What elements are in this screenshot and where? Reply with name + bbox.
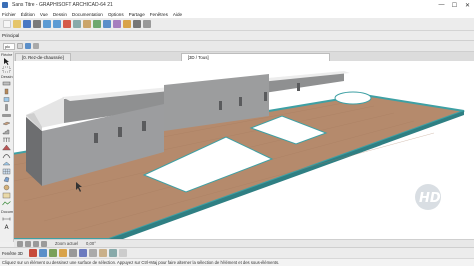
menu-partage[interactable]: Partage: [129, 12, 145, 17]
zoom-out-icon[interactable]: [33, 240, 39, 247]
undo-icon[interactable]: [43, 20, 51, 28]
principal-toolbar: Principal: [0, 31, 474, 41]
beam-tool-icon[interactable]: [2, 112, 11, 119]
zoom-in-icon[interactable]: [25, 240, 31, 247]
copy-icon[interactable]: [73, 20, 81, 28]
view-tabs: [0. Rez-de-chaussée] [3D / Tous]: [14, 52, 474, 61]
mesh-tool-icon[interactable]: [2, 200, 11, 207]
navigation-bar: Zoom actuel 0,00°: [14, 239, 474, 247]
door-tool-icon[interactable]: [2, 88, 11, 95]
column-tool-icon[interactable]: [2, 104, 11, 111]
watermark-text: HD: [419, 191, 441, 206]
railing-tool-icon[interactable]: [2, 136, 11, 143]
partial-structure-icon[interactable]: [108, 249, 117, 257]
print-icon[interactable]: [33, 20, 41, 28]
curtain-wall-tool-icon[interactable]: [2, 168, 11, 175]
close-button[interactable]: ✕: [461, 0, 474, 10]
open-folder-icon[interactable]: [13, 20, 21, 28]
slab-tool-icon[interactable]: [2, 120, 11, 127]
scale-icon[interactable]: [48, 249, 57, 257]
structure-display-icon[interactable]: [88, 249, 97, 257]
graphic-override-icon[interactable]: [98, 249, 107, 257]
renovation-filter-icon[interactable]: [78, 249, 87, 257]
selection-icon[interactable]: [25, 43, 31, 49]
redo-icon[interactable]: [53, 20, 61, 28]
standard-toolbar: [0, 18, 474, 31]
menu-fenetres[interactable]: Fenêtres: [150, 12, 168, 17]
dimension-standard-icon[interactable]: [68, 249, 77, 257]
watermark-logo: HD: [410, 182, 446, 212]
cut-icon[interactable]: [63, 20, 71, 28]
wall-tool-icon[interactable]: [2, 80, 11, 87]
object-tool-icon[interactable]: [2, 184, 11, 191]
dimension-tool-icon[interactable]: [2, 215, 11, 222]
quick-options-bar: Fenêtre 3D: [0, 247, 474, 258]
new-file-icon[interactable]: [3, 20, 11, 28]
menu-edition[interactable]: Édition: [21, 12, 35, 17]
3d-model-canvas[interactable]: [14, 61, 474, 239]
arrow-tool-icon[interactable]: [2, 58, 11, 65]
render-icon[interactable]: [123, 20, 131, 28]
floor-plan-icon[interactable]: [93, 20, 101, 28]
window-title: Sans Titre - GRAPHISOFT ARCHICAD-64 21: [12, 2, 113, 8]
menu-options[interactable]: Options: [108, 12, 124, 17]
stair-tool-icon[interactable]: [2, 128, 11, 135]
slab-opening-circle: [334, 91, 372, 105]
model-view-icon[interactable]: [28, 249, 37, 257]
selection-dropdown[interactable]: plc: [3, 42, 15, 50]
title-bar: Sans Titre - GRAPHISOFT ARCHICAD-64 21 —…: [0, 0, 474, 10]
view-label: Fenêtre 3D: [2, 250, 23, 256]
shell-tool-icon[interactable]: [2, 152, 11, 159]
pen-set-select-icon[interactable]: [58, 249, 67, 257]
settings-icon[interactable]: [17, 43, 23, 49]
3d-style-icon[interactable]: [118, 249, 127, 257]
tab-3d[interactable]: [3D / Tous]: [180, 53, 330, 61]
tab-3d-label: [3D / Tous]: [187, 55, 209, 60]
pen-set-icon[interactable]: [143, 20, 151, 28]
menu-dessin[interactable]: Dessin: [53, 12, 67, 17]
menu-bar: Fichier Édition Vue Dessin Documentation…: [0, 10, 474, 18]
undo-zoom-icon[interactable]: [17, 240, 23, 247]
marquee-tool-icon[interactable]: [2, 66, 11, 73]
app-icon: [2, 2, 8, 8]
tab-floor-plan-label: [0. Rez-de-chaussée]: [22, 55, 64, 60]
minimize-button[interactable]: —: [435, 0, 448, 10]
morph-tool-icon[interactable]: [2, 176, 11, 183]
window-tool-icon[interactable]: [2, 96, 11, 103]
toolbar-label: Principal: [2, 33, 20, 38]
status-bar: Cliquez sur un élément ou dessinez une s…: [0, 258, 474, 266]
menu-vue[interactable]: Vue: [40, 12, 48, 17]
zone-tool-icon[interactable]: [2, 192, 11, 199]
toolbox-panel: Flèche Dessin Docum A: [0, 52, 14, 242]
info-box: plc: [0, 41, 474, 52]
menu-aide[interactable]: Aide: [173, 12, 182, 17]
archicad-window: Sans Titre - GRAPHISOFT ARCHICAD-64 21 —…: [0, 0, 474, 266]
layer-combination-icon[interactable]: [38, 249, 47, 257]
tab-floor-plan[interactable]: [0. Rez-de-chaussée]: [15, 53, 71, 61]
save-icon[interactable]: [23, 20, 31, 28]
section-icon[interactable]: [113, 20, 121, 28]
paste-icon[interactable]: [83, 20, 91, 28]
maximize-button[interactable]: ☐: [448, 0, 461, 10]
orientation-angle[interactable]: 0,00°: [86, 241, 96, 246]
layer-icon[interactable]: [133, 20, 141, 28]
text-tool-icon[interactable]: A: [2, 223, 11, 230]
marquee-icon[interactable]: [33, 43, 39, 49]
fit-window-icon[interactable]: [41, 240, 47, 247]
menu-fichier[interactable]: Fichier: [2, 12, 16, 17]
3d-viewport[interactable]: [14, 61, 474, 239]
skylight-tool-icon[interactable]: [2, 160, 11, 167]
3d-view-icon[interactable]: [103, 20, 111, 28]
window-controls: — ☐ ✕: [435, 0, 474, 10]
menu-documentation[interactable]: Documentation: [72, 12, 103, 17]
svg-text:A: A: [5, 224, 10, 230]
roof-tool-icon[interactable]: [2, 144, 11, 151]
zoom-value[interactable]: Zoom actuel: [55, 241, 78, 246]
